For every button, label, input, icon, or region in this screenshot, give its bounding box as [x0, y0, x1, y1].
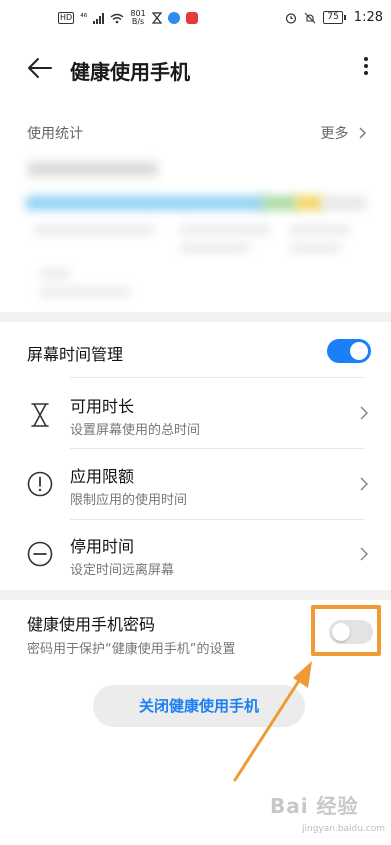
- password-subtitle: 密码用于保护“健康使用手机”的设置: [27, 642, 236, 657]
- setting-row-subtitle: 限制应用的使用时间: [70, 493, 188, 508]
- app-notification-icon: [167, 12, 180, 24]
- section-divider: [0, 590, 391, 600]
- app-bar: 健康使用手机: [0, 44, 391, 94]
- clock: 1:28: [353, 10, 383, 25]
- more-options-icon[interactable]: [361, 54, 371, 82]
- row-divider: [70, 448, 365, 449]
- screen-time-toggle[interactable]: [327, 339, 371, 363]
- status-left: HD ⁴⁶ 801 B/s: [58, 10, 198, 26]
- setting-row-title: 应用限额: [70, 467, 135, 486]
- net-speed-unit: B/s: [131, 17, 145, 26]
- chevron-right-icon: [360, 477, 369, 491]
- signal-icon: [93, 12, 105, 24]
- setting-row-title: 可用时长: [70, 397, 135, 416]
- usage-stats-more-label: 更多: [320, 126, 349, 142]
- usage-stats-more-link[interactable]: 更多: [321, 123, 367, 143]
- setting-row-title: 停用时间: [70, 537, 135, 556]
- alarm-icon: [286, 12, 297, 24]
- wifi-icon: [110, 13, 124, 23]
- signal-gen-label: ⁴⁶: [80, 13, 88, 23]
- toggle-knob: [350, 342, 368, 360]
- mute-icon: [304, 12, 316, 23]
- row-divider: [70, 519, 365, 520]
- setting-row-subtitle: 设置屏幕使用的总时间: [70, 423, 201, 438]
- chevron-right-icon: [360, 406, 369, 420]
- hourglass-status-icon: [151, 12, 162, 24]
- hourglass-icon: [31, 403, 49, 427]
- screen-time-label: 屏幕时间管理: [27, 345, 124, 364]
- status-bar: HD ⁴⁶ 801 B/s 75 1:28: [0, 0, 391, 42]
- row-divider: [70, 377, 365, 378]
- status-right: 75 1:28: [285, 10, 383, 25]
- page-title: 健康使用手机: [70, 60, 190, 84]
- minus-circle-icon: [27, 541, 53, 567]
- close-healthy-usage-button[interactable]: 关闭健康使用手机: [93, 685, 305, 727]
- section-divider: [0, 312, 391, 322]
- password-label: 健康使用手机密码: [27, 615, 156, 634]
- chevron-right-icon: [360, 547, 369, 561]
- setting-row-subtitle: 设定时间远离屏幕: [70, 563, 175, 578]
- annotation-highlight-box: [311, 605, 381, 656]
- hd-badge: HD: [58, 12, 75, 24]
- battery-icon: 75: [323, 11, 347, 24]
- usage-stats-header: 使用统计: [27, 126, 83, 142]
- watermark: Bai 经验: [270, 794, 359, 818]
- watermark-url: jingyan.baidu.com: [302, 824, 386, 834]
- chevron-right-icon: [359, 127, 366, 139]
- back-arrow-icon[interactable]: [26, 54, 54, 82]
- net-speed: 801 B/s: [130, 10, 145, 26]
- exclamation-circle-icon: [27, 471, 53, 497]
- app-notification-icon: [185, 12, 198, 24]
